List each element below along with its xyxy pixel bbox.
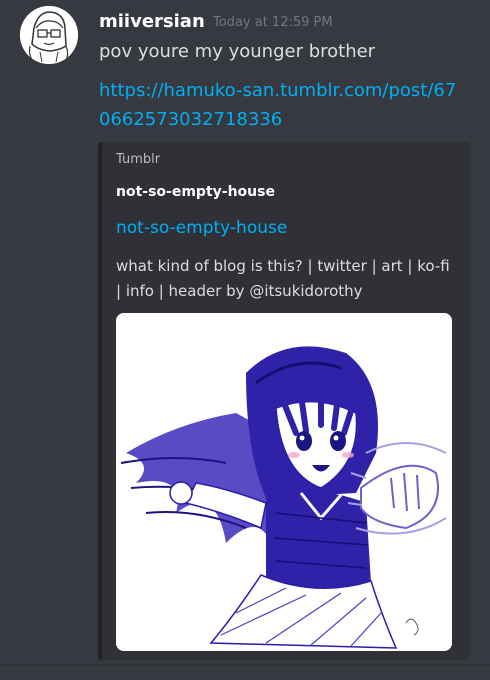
- bottom-divider: [0, 664, 490, 666]
- embed-author[interactable]: not-so-empty-house: [116, 182, 275, 202]
- avatar-sketch-icon: [20, 6, 78, 64]
- message-text: pov youre my younger brother: [99, 41, 376, 62]
- message-link[interactable]: https://hamuko-san.tumblr.com/post/67066…: [99, 76, 459, 134]
- embed-image[interactable]: [116, 313, 452, 651]
- anime-girl-illustration-icon: [116, 313, 452, 651]
- avatar[interactable]: [20, 6, 78, 64]
- embed-description: what kind of blog is this? | twitter | a…: [116, 257, 450, 300]
- message-timestamp[interactable]: Today at 12:59 PM: [213, 14, 333, 32]
- link-embed: Tumblr not-so-empty-house not-so-empty-h…: [98, 142, 470, 660]
- embed-provider: Tumblr: [116, 152, 161, 167]
- embed-title-link[interactable]: not-so-empty-house: [116, 215, 287, 241]
- username[interactable]: miiversian: [99, 8, 205, 36]
